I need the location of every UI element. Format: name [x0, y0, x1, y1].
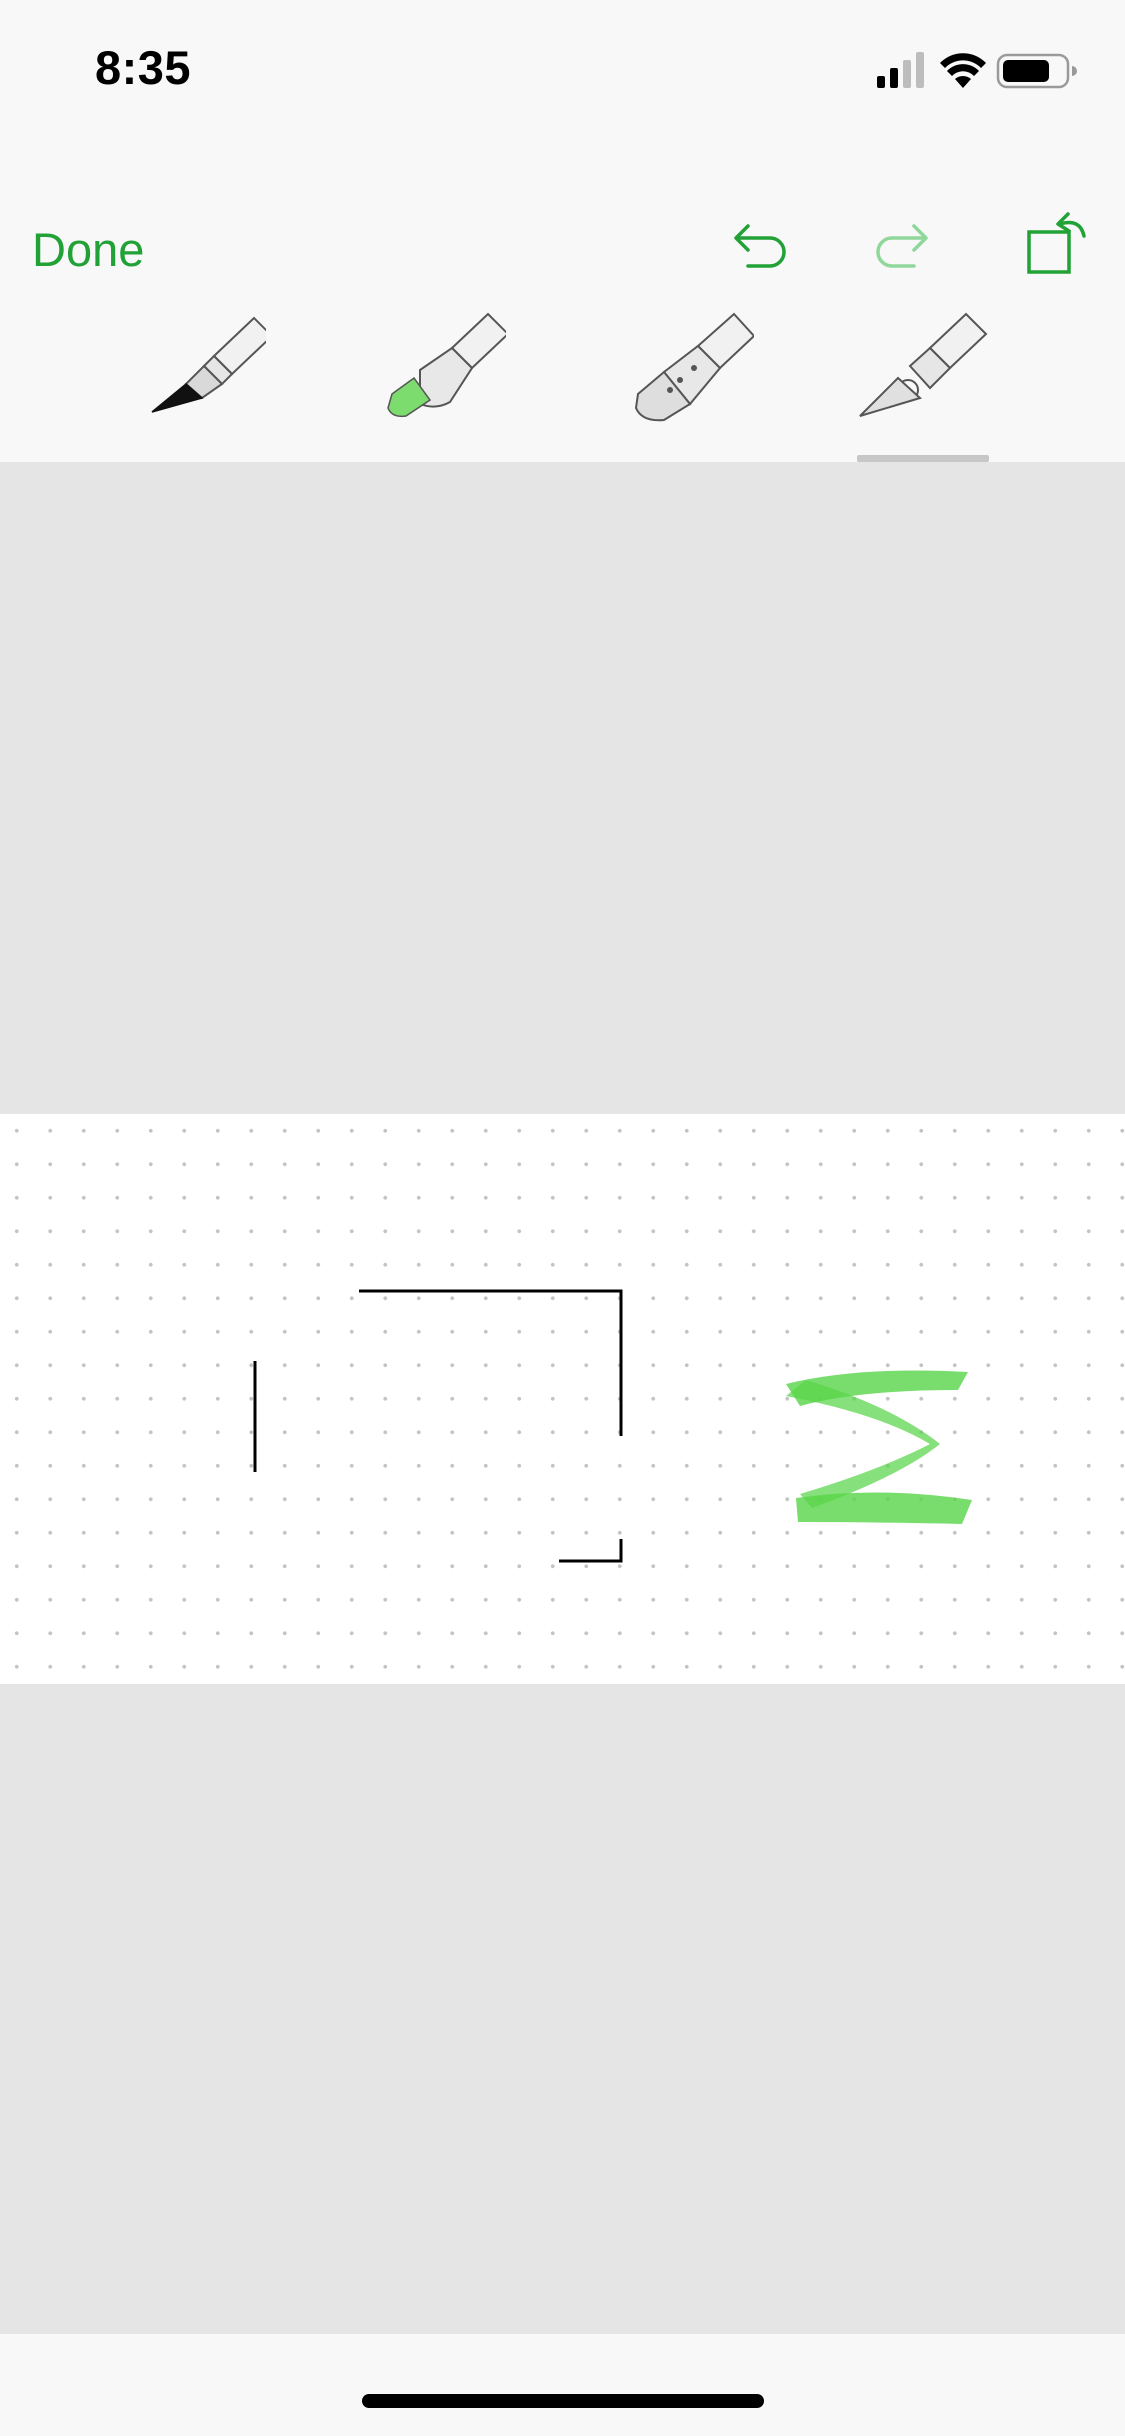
highlighter-tool-icon[interactable] — [376, 308, 506, 422]
status-time: 8:35 — [95, 41, 192, 94]
selected-tool-indicator — [857, 455, 989, 462]
redo-icon[interactable] — [874, 216, 934, 276]
rotate-canvas-icon[interactable] — [1024, 204, 1094, 280]
black-rectangle-corner-bottom — [559, 1539, 623, 1563]
eraser-tool-icon[interactable] — [624, 308, 754, 424]
drawing-toolbar: Done — [0, 136, 1125, 462]
drawing-page[interactable] — [0, 1114, 1125, 1684]
pen-tool-icon[interactable] — [146, 312, 266, 422]
status-icons — [875, 48, 1085, 92]
undo-icon[interactable] — [728, 216, 788, 276]
wifi-icon — [940, 53, 986, 88]
green-highlighter-zigzag — [786, 1370, 972, 1524]
black-rectangle-corner-top — [359, 1289, 623, 1436]
home-indicator[interactable] — [362, 2394, 764, 2408]
lasso-cutter-tool-icon[interactable] — [858, 308, 988, 422]
done-button[interactable]: Done — [32, 222, 144, 277]
home-indicator-area — [0, 2334, 1125, 2436]
cellular-signal-icon — [877, 52, 924, 88]
battery-icon — [996, 53, 1077, 89]
status-bar: 8:35 — [0, 0, 1125, 136]
drawing-canvas[interactable] — [0, 1114, 1125, 1684]
